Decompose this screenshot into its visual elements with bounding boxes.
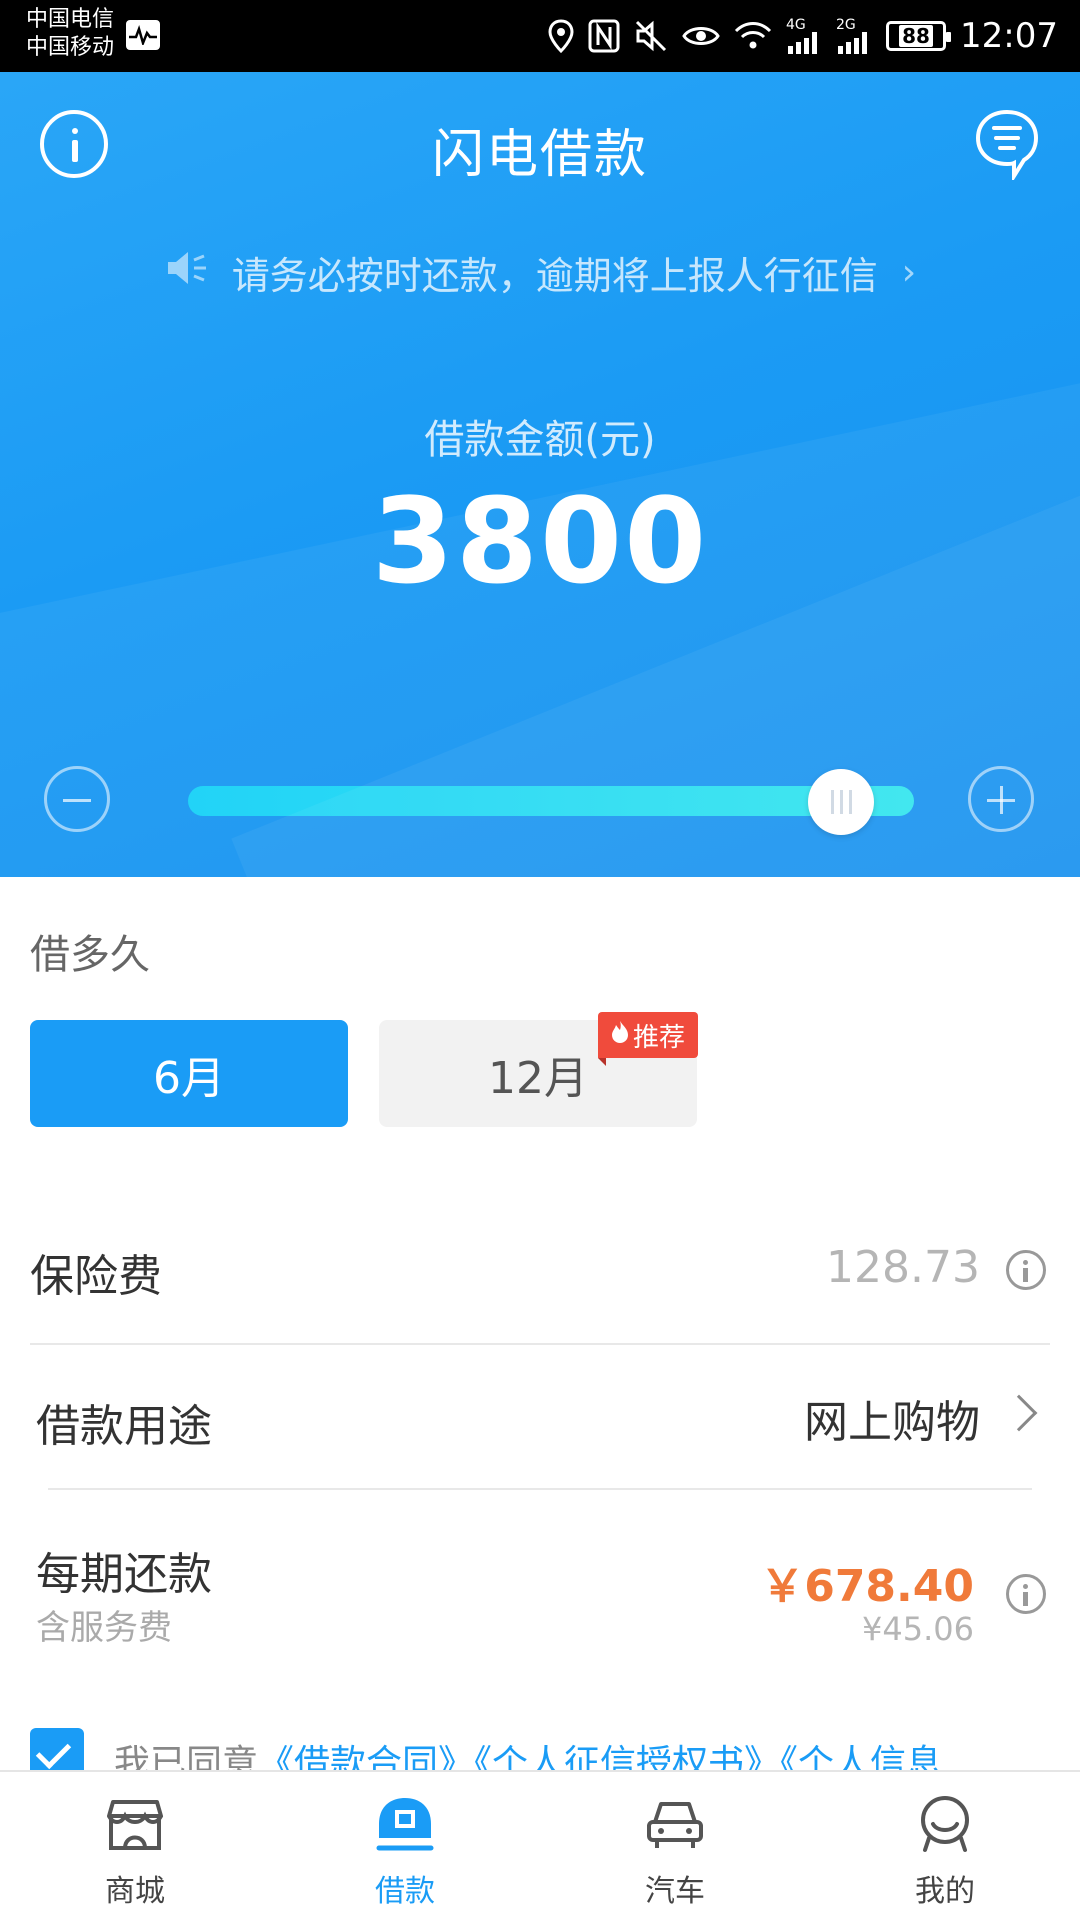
- nav-item-mine[interactable]: 我的: [810, 1772, 1080, 1920]
- net-2g-label: 2G: [836, 17, 856, 33]
- increase-button[interactable]: [968, 766, 1034, 832]
- term-option-6[interactable]: 6月: [30, 1020, 348, 1127]
- repay-value: ￥678.40: [760, 1561, 974, 1612]
- user-face-icon: [915, 1794, 975, 1854]
- car-icon: [645, 1794, 705, 1854]
- insurance-info-icon[interactable]: [1006, 1250, 1046, 1290]
- insurance-label: 保险费: [30, 1251, 162, 1302]
- location-icon: [548, 19, 574, 53]
- battery-icon: 88: [886, 21, 952, 51]
- chevron-right-icon[interactable]: [1000, 1394, 1038, 1432]
- message-icon[interactable]: [974, 108, 1040, 183]
- carrier-2: 中国移动: [26, 35, 115, 60]
- status-icons: 4G 2G 88 12:07: [548, 0, 1058, 72]
- repay-sub-label: 含服务费: [36, 1608, 172, 1648]
- repay-fee: ¥45.06: [862, 1610, 974, 1648]
- bottom-nav: 商城 借款 汽车 我的: [0, 1770, 1080, 1920]
- repay-info-icon[interactable]: [1006, 1574, 1046, 1614]
- nav-label-mall: 商城: [105, 1874, 165, 1909]
- loan-hero: 闪电借款 请务必按时还款，逾期将上报人行征信 › 借款金额(元) 3800: [0, 72, 1080, 877]
- wifi-icon: [734, 21, 772, 51]
- speaker-icon: [164, 248, 208, 297]
- store-icon: [105, 1794, 165, 1854]
- nav-item-car[interactable]: 汽车: [540, 1772, 810, 1920]
- term-label: 借多久: [30, 932, 150, 978]
- purpose-label: 借款用途: [36, 1401, 212, 1452]
- carrier-1: 中国电信: [26, 7, 115, 32]
- amount-slider-handle[interactable]: [808, 769, 875, 835]
- badge-label: 推荐: [632, 1022, 685, 1053]
- loan-amount: 3800: [371, 472, 709, 610]
- page-title: 闪电借款: [431, 125, 648, 185]
- chevron-right-icon: ›: [901, 251, 917, 293]
- net-4g-label: 4G: [786, 17, 806, 33]
- amount-slider-track[interactable]: [188, 786, 914, 816]
- plus-icon: [987, 799, 1015, 802]
- notice-text: 请务必按时还款，逾期将上报人行征信: [231, 253, 878, 298]
- nfc-icon: [588, 19, 620, 53]
- battery-level: 88: [899, 25, 933, 47]
- mute-icon: [634, 19, 668, 53]
- recommend-badge: 推荐: [598, 1012, 698, 1066]
- notice-bar[interactable]: 请务必按时还款，逾期将上报人行征信 ›: [0, 232, 1080, 312]
- divider: [48, 1488, 1032, 1490]
- insurance-value: 128.73: [826, 1242, 980, 1293]
- signal-2g-icon: 2G: [836, 18, 872, 54]
- signal-4g-icon: 4G: [786, 18, 822, 54]
- clock: 12:07: [960, 16, 1058, 56]
- decrease-button[interactable]: [44, 766, 110, 832]
- nav-label-mine: 我的: [915, 1874, 975, 1909]
- status-bar: 中国电信 中国移动 4G 2G 88 12:07: [0, 0, 1080, 72]
- loan-icon: [375, 1794, 435, 1854]
- minus-icon: [63, 799, 91, 802]
- flame-icon: [611, 1020, 629, 1051]
- nav-label-loan: 借款: [375, 1874, 435, 1909]
- divider: [30, 1343, 1050, 1345]
- nav-item-mall[interactable]: 商城: [0, 1772, 270, 1920]
- pulse-icon: [126, 20, 160, 50]
- nav-label-car: 汽车: [645, 1874, 705, 1909]
- repay-label: 每期还款: [36, 1549, 212, 1600]
- purpose-value[interactable]: 网上购物: [804, 1386, 980, 1450]
- amount-label: 借款金额(元): [424, 417, 656, 463]
- carrier-info: 中国电信 中国移动: [26, 6, 114, 62]
- nav-item-loan[interactable]: 借款: [270, 1772, 540, 1920]
- eye-icon: [682, 22, 720, 50]
